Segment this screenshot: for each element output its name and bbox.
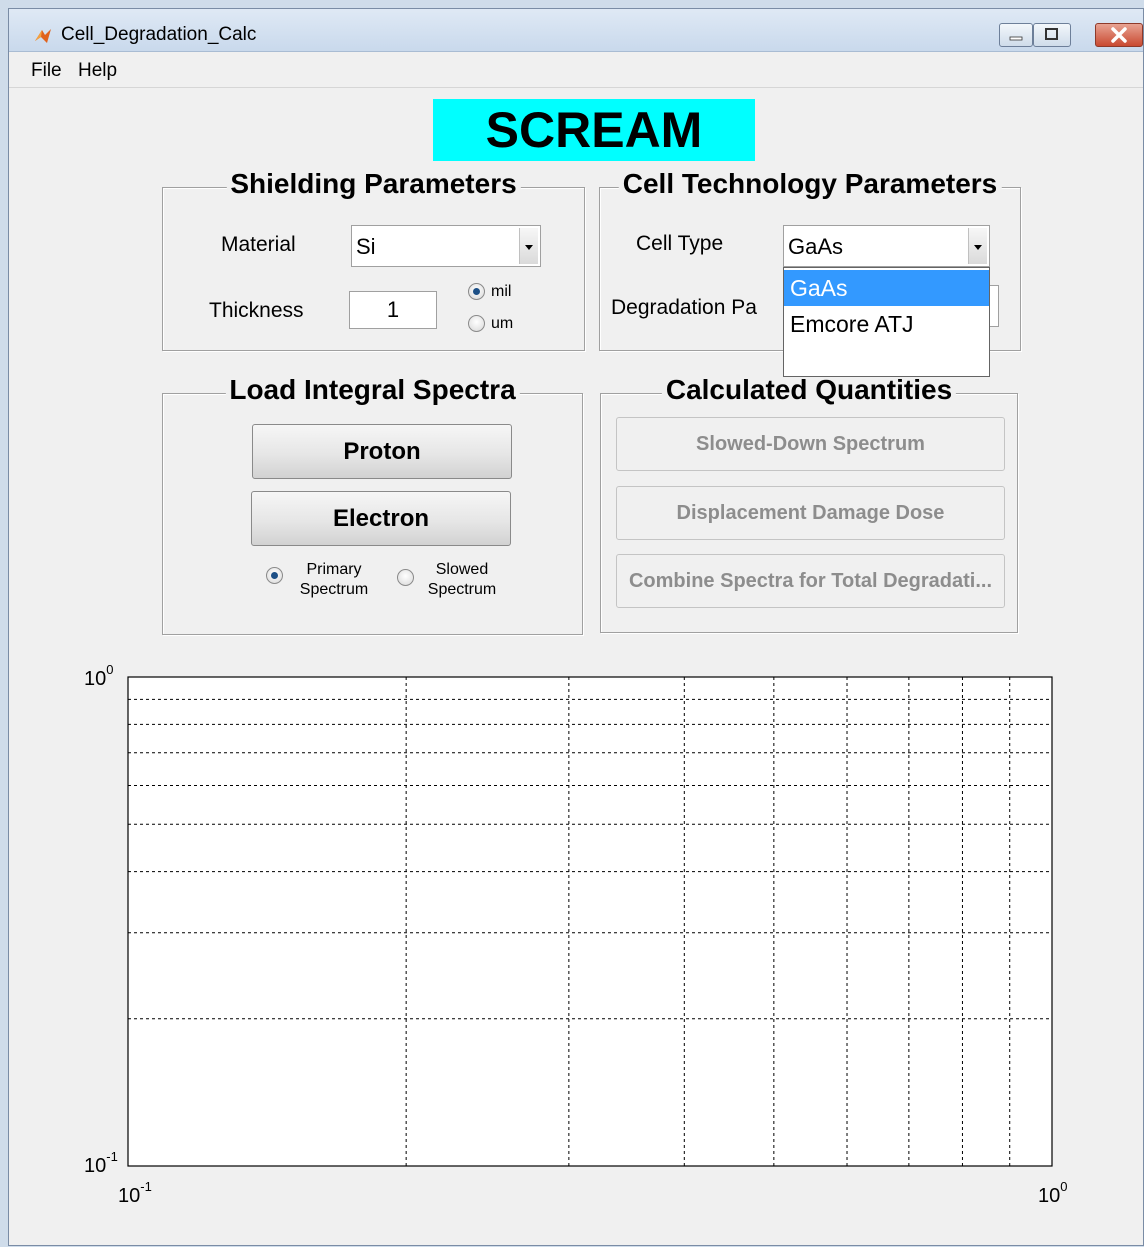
material-select[interactable]: Si [351,225,541,267]
maximize-button[interactable] [1033,23,1071,47]
window-title: Cell_Degradation_Calc [61,24,257,45]
cell-tech-panel-title: Cell Technology Parameters [618,168,1002,200]
slowed-spectrum-radio[interactable] [397,569,414,586]
menu-file[interactable]: File [31,60,62,82]
chevron-down-icon [519,228,538,264]
x-tick-label-right: 100 [1038,1179,1067,1207]
combine-spectra-button[interactable]: Combine Spectra for Total Degradati... [616,554,1005,608]
material-label: Material [221,233,296,256]
slowed-spectrum-label: Slowed Spectrum [423,560,501,600]
plot-area [128,677,1052,1166]
y-tick-label-bottom: 10-1 [84,1149,118,1177]
dropdown-option-emcore-atj[interactable]: Emcore ATJ [784,306,989,342]
cell-type-select[interactable]: GaAs [783,225,990,267]
plot-frame [127,676,1053,1167]
minimize-icon [1009,36,1023,41]
unit-mil-label: mil [491,283,512,300]
slowed-down-spectrum-button[interactable]: Slowed-Down Spectrum [616,417,1005,471]
title-bar[interactable]: Cell_Degradation_Calc [9,9,1143,52]
cell-type-value: GaAs [788,234,844,259]
degradation-label: Degradation Pa [611,296,757,319]
proton-button[interactable]: Proton [252,424,512,479]
unit-um-label: um [491,315,514,332]
shielding-panel-title: Shielding Parameters [226,168,521,200]
x-tick-label-left: 10-1 [118,1179,152,1207]
close-icon [1111,27,1127,43]
menu-bar: File Help [9,55,1143,88]
primary-spectrum-line1: Primary [306,561,362,578]
material-value: Si [356,234,376,259]
slowed-spectrum-line2: Spectrum [427,581,497,598]
scream-banner: SCREAM [433,99,755,161]
primary-spectrum-radio[interactable] [266,567,283,584]
cell-type-dropdown-list: GaAs Emcore ATJ [783,267,990,377]
primary-spectrum-line2: Spectrum [299,581,369,598]
calculated-panel-title: Calculated Quantities [661,374,957,406]
chevron-down-icon [968,228,987,264]
matlab-icon [35,29,51,43]
unit-um-radio[interactable] [468,315,485,332]
dropdown-option-gaas[interactable]: GaAs [784,270,989,306]
thickness-label: Thickness [209,299,304,322]
slowed-spectrum-line1: Slowed [435,561,489,578]
thickness-input[interactable]: 1 [349,291,437,329]
menu-help[interactable]: Help [78,60,117,82]
load-spectra-panel-title: Load Integral Spectra [225,374,520,406]
close-button[interactable] [1095,23,1143,47]
primary-spectrum-label: Primary Spectrum [297,560,371,600]
cell-type-label: Cell Type [636,232,724,255]
minimize-button[interactable] [999,23,1033,47]
maximize-icon [1045,28,1058,40]
app-window: Cell_Degradation_Calc File Help SCREAM S… [8,8,1144,1246]
unit-mil-radio[interactable] [468,283,485,300]
displacement-damage-dose-button[interactable]: Displacement Damage Dose [616,486,1005,540]
y-tick-label-top: 100 [84,662,113,690]
electron-button[interactable]: Electron [251,491,511,546]
banner-title: SCREAM [485,102,703,158]
